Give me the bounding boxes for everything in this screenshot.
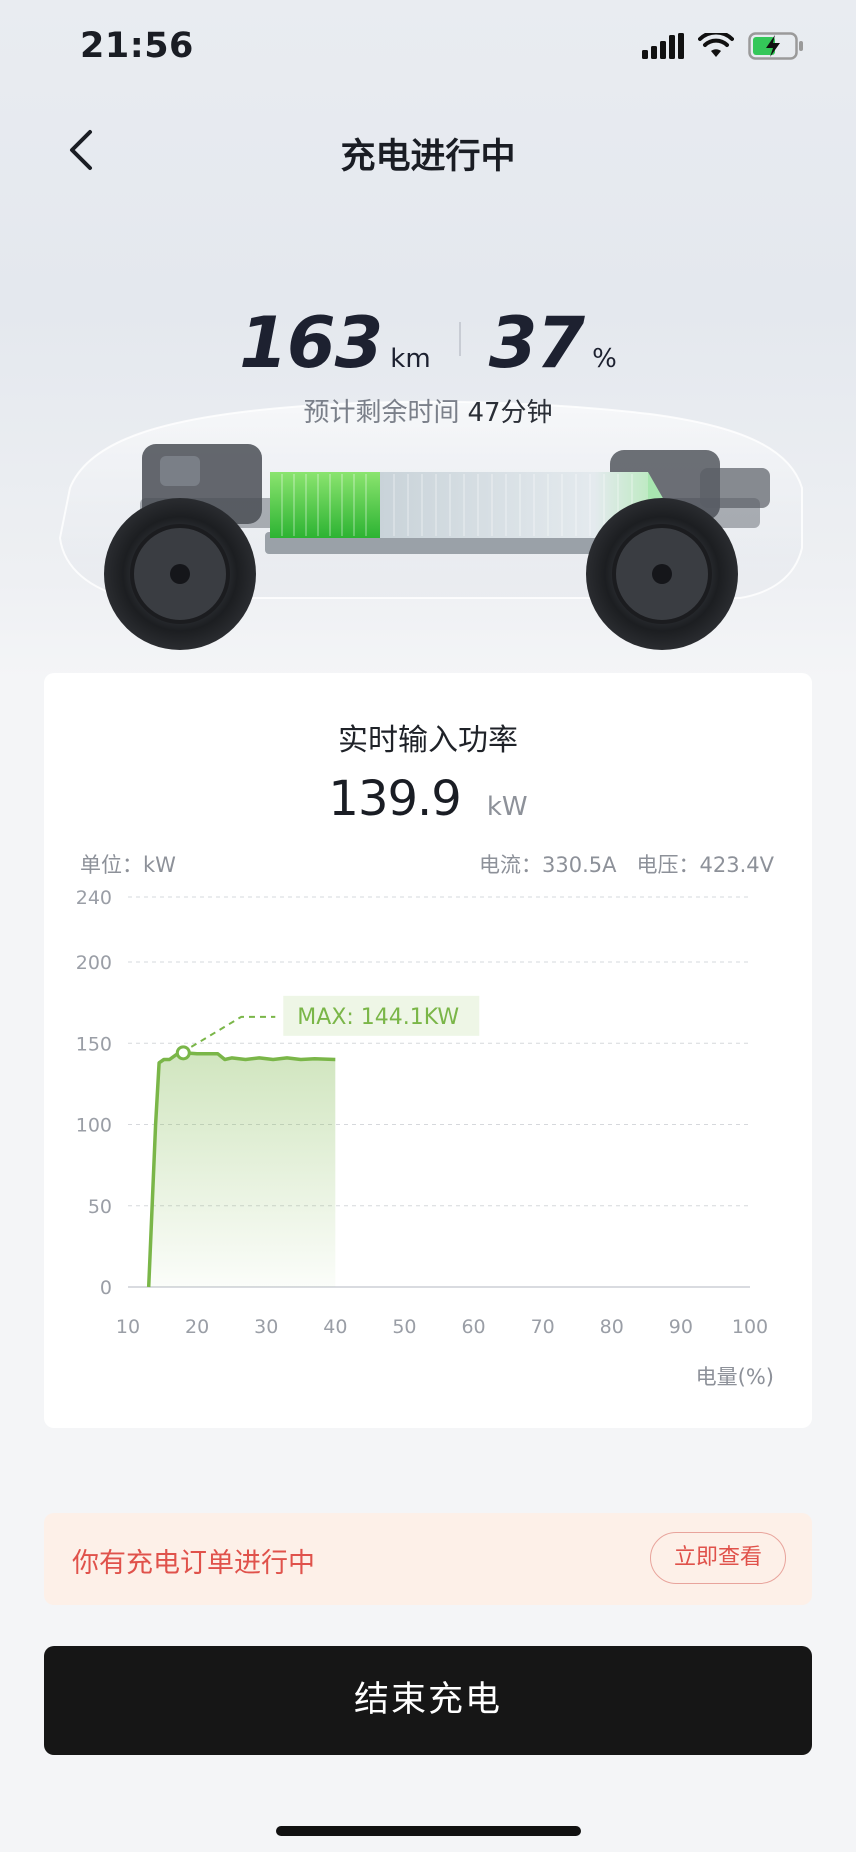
x-tick-label: 10 xyxy=(116,1316,140,1338)
y-tick-label: 0 xyxy=(100,1277,112,1299)
x-axis-label: 电量(%) xyxy=(695,1365,774,1389)
status-icons xyxy=(642,32,804,60)
end-charging-button[interactable]: 结束充电 xyxy=(44,1646,812,1755)
max-point-marker xyxy=(175,1045,191,1061)
x-tick-label: 50 xyxy=(392,1316,416,1338)
x-tick-label: 100 xyxy=(732,1316,768,1338)
status-time: 21:56 xyxy=(80,26,194,66)
order-banner: 你有充电订单进行中 立即查看 xyxy=(44,1513,812,1605)
soc-unit: % xyxy=(592,344,617,374)
signal-icon xyxy=(642,33,684,59)
home-indicator xyxy=(276,1826,581,1836)
x-tick-label: 70 xyxy=(531,1316,555,1338)
x-tick-label: 90 xyxy=(669,1316,693,1338)
soc-value: 37 xyxy=(488,302,585,384)
front-wheel xyxy=(104,498,256,650)
series-area xyxy=(148,1052,336,1287)
power-chart: 0 50 100 150 200 240 10 20 30 40 50 60 70 80 90 100 MAX:… xyxy=(76,887,768,1338)
y-tick-label: 200 xyxy=(76,952,112,974)
eta-row: 预计剩余时间 47分钟 xyxy=(0,392,856,429)
wifi-icon xyxy=(698,33,734,57)
max-label: MAX: 144.1KW xyxy=(297,1005,459,1030)
x-tick-label: 20 xyxy=(185,1316,209,1338)
divider xyxy=(458,322,461,356)
x-tick-label: 80 xyxy=(600,1316,624,1338)
y-tick-label: 240 xyxy=(76,887,112,909)
y-tick-label: 100 xyxy=(76,1115,112,1137)
page-title: 充电进行中 xyxy=(340,137,516,177)
range-unit: km xyxy=(390,344,431,374)
range-value: 163 xyxy=(239,302,383,384)
max-leader-line xyxy=(190,1015,276,1048)
battery-charging-icon xyxy=(748,32,803,60)
x-tick-label: 30 xyxy=(254,1316,278,1338)
x-tick-label: 40 xyxy=(323,1316,347,1338)
view-order-button[interactable]: 立即查看 xyxy=(650,1532,786,1584)
eta-label: 预计剩余时间 xyxy=(303,398,460,428)
rear-wheel xyxy=(586,498,738,650)
eta-value: 47分钟 xyxy=(467,398,553,428)
y-tick-label: 50 xyxy=(88,1196,112,1218)
x-tick-label: 60 xyxy=(461,1316,485,1338)
order-banner-text: 你有充电订单进行中 xyxy=(72,1548,315,1579)
range-soc-row: 163 km 37 % xyxy=(0,302,856,384)
power-card: 实时输入功率 139.9 kW 单位：kW 电流：330.5A 电压：423.4V… xyxy=(44,673,812,1428)
y-tick-label: 150 xyxy=(76,1033,112,1055)
